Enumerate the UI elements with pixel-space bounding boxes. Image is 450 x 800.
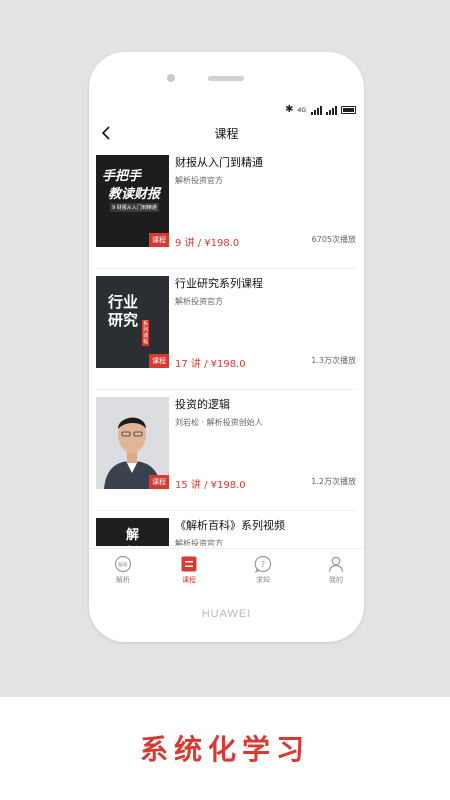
speaker — [208, 76, 244, 81]
camera — [167, 74, 175, 82]
course-thumbnail: 行业 研究 系列课程 课程 — [96, 276, 169, 368]
tab-analysis[interactable]: 解析 解析 — [89, 555, 157, 585]
tab-question[interactable]: ? 求知 — [229, 555, 297, 585]
promo-caption: 系统化学习 — [139, 733, 310, 766]
svg-text:?: ? — [261, 560, 265, 569]
course-plays: 1.2万次播放 — [311, 477, 356, 486]
course-price: 9 讲 / ¥198.0 — [175, 238, 240, 249]
course-item[interactable]: 课程 投资的逻辑 刘岩松 · 解析投资创始人 15 讲 / ¥198.0 1.2… — [96, 390, 357, 511]
analysis-icon: 解析 — [114, 555, 132, 573]
course-thumbnail: 课程 — [96, 397, 169, 489]
course-plays: 6705次播放 — [311, 235, 356, 244]
tab-label: 解析 — [116, 576, 130, 584]
course-plays: 1.3万次播放 — [311, 356, 356, 365]
thumb-caption: 系列课程 — [142, 320, 149, 346]
course-item[interactable]: 行业 研究 系列课程 课程 行业研究系列课程 解析投资官方 17 讲 / ¥19… — [96, 269, 357, 390]
course-price: 17 讲 / ¥198.0 — [175, 359, 246, 370]
thumb-text: 研究 — [108, 311, 139, 329]
course-badge: 课程 — [149, 233, 169, 247]
thumb-text: 教读财报 — [108, 187, 161, 202]
course-thumbnail: 解 析 — [96, 518, 169, 546]
course-title: 财报从入门到精通 — [175, 156, 263, 169]
course-title: 行业研究系列课程 — [175, 277, 263, 290]
course-title: 《解析百科》系列视频 — [175, 519, 285, 532]
course-title: 投资的逻辑 — [175, 398, 230, 411]
course-price: 15 讲 / ¥198.0 — [175, 480, 246, 491]
signal-icon-2 — [326, 105, 337, 115]
profile-icon — [328, 556, 344, 573]
course-list[interactable]: 手把手 教读财报 9 财报从入门到精通 课程 财报从入门到精通 解析投资官方 9… — [89, 148, 364, 546]
course-item[interactable]: 解 析 《解析百科》系列视频 解析投资官方 — [96, 511, 357, 546]
tab-label: 课程 — [182, 576, 196, 584]
battery-icon — [341, 106, 356, 114]
phone-brand: HUAWEI — [201, 608, 252, 620]
tab-label: 求知 — [256, 576, 270, 584]
tab-label: 我的 — [329, 576, 343, 584]
course-badge: 课程 — [149, 354, 169, 368]
course-item[interactable]: 手把手 教读财报 9 财报从入门到精通 课程 财报从入门到精通 解析投资官方 9… — [96, 148, 357, 269]
course-icon — [181, 556, 197, 572]
course-author: 解析投资官方 — [175, 297, 223, 306]
network-icon: 4G — [297, 106, 306, 114]
thumb-text: 析 — [126, 542, 139, 546]
tab-bar: 解析 解析 课程 ? 求知 我的 — [89, 548, 364, 592]
nav-bar: 课程 — [89, 120, 364, 146]
question-icon: ? — [254, 555, 272, 573]
course-badge: 课程 — [149, 475, 169, 489]
signal-icon — [311, 105, 322, 115]
thumb-text: 行业 — [108, 293, 139, 311]
course-thumbnail: 手把手 教读财报 9 财报从入门到精通 课程 — [96, 155, 169, 247]
tab-course[interactable]: 课程 — [155, 555, 223, 585]
course-author: 解析投资官方 — [175, 539, 223, 546]
page-title: 课程 — [214, 127, 239, 141]
course-author: 解析投资官方 — [175, 176, 223, 185]
thumb-text: 手把手 — [102, 169, 142, 184]
bluetooth-icon: ✱ — [285, 104, 294, 115]
svg-text:解析: 解析 — [118, 562, 128, 569]
thumb-caption: 9 财报从入门到精通 — [110, 203, 159, 212]
status-bar: ✱ 4G — [89, 102, 364, 118]
course-author: 刘岩松 · 解析投资创始人 — [175, 418, 263, 427]
thumb-text: 解 — [126, 528, 140, 543]
phone-frame: ✱ 4G 课程 手把手 教读财报 9 财报从入门到精通 课程 财报从入门到精通 … — [89, 52, 364, 642]
tab-profile[interactable]: 我的 — [302, 555, 364, 585]
